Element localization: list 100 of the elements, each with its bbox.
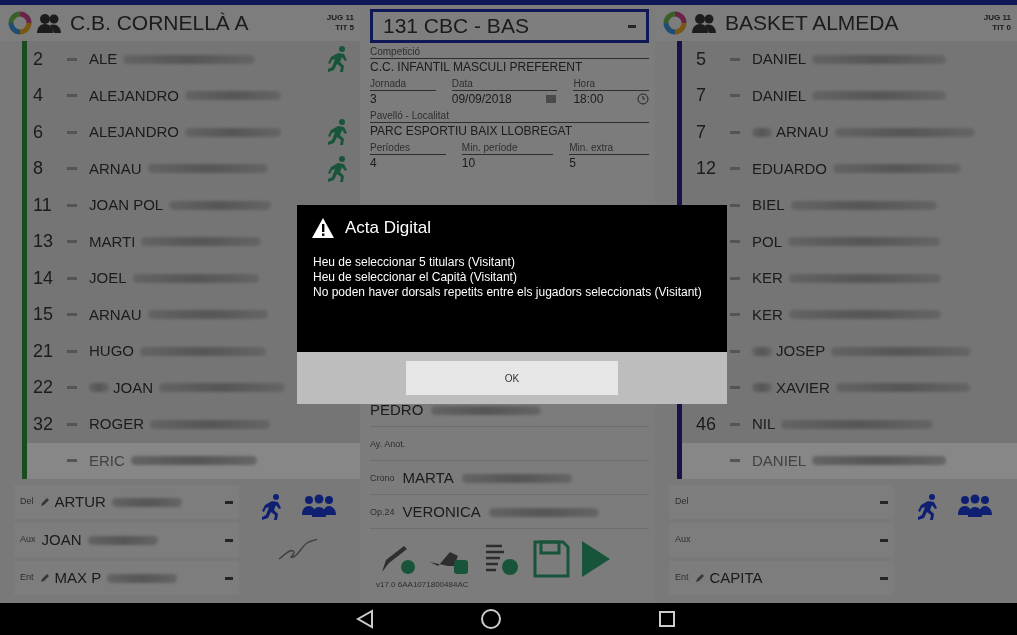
staff-dropdown[interactable]: Del [669,485,894,519]
field-value: 4 [370,155,377,171]
field-label: Jornada [370,77,436,91]
dash-icon [67,386,77,390]
back-icon[interactable] [356,609,374,629]
save-icon[interactable] [532,539,570,579]
player-name: DANIEL [752,85,807,106]
player-name: JOSEP [776,341,826,361]
field-value: 10 [461,155,476,171]
player-name: ARNAU [89,158,142,179]
player-number: 32 [32,412,55,436]
player-name: ROGER [89,414,144,434]
staff-dropdown[interactable]: Ent CAPITA [669,561,894,595]
player-number: 11 [32,193,53,217]
staff-dropdown[interactable]: Aux JOAN [14,523,239,557]
player-name: KER [752,304,783,325]
dash-icon [67,422,77,426]
player-name: XAVIER [776,377,830,398]
staff-dropdown[interactable]: Ent MAX P [14,561,239,595]
dash-icon [67,203,77,207]
team-name: C.B. CORNELLÀ A [70,10,249,37]
field-label: Min. extra [569,141,649,155]
staff-dropdown[interactable]: Del ARTUR [14,485,239,519]
group-icon [957,493,992,519]
player-name: BIEL [752,195,785,215]
play-icon[interactable] [580,539,612,579]
team-count: TIT 5 [334,23,354,33]
player-number: 21 [32,339,55,363]
people-icon [36,11,62,35]
field-value: 3 [370,91,377,107]
field-label: Min. període [461,141,554,155]
warning-icon [311,216,335,239]
player-name: JOAN POL [89,195,164,215]
field-value: C.C. INFANTIL MASCULI PREFERENT [370,59,583,75]
team-count: TIT 0 [991,23,1011,33]
field-value: PARC ESPORTIU BAIX LLOBREGAT [370,123,573,139]
dash-icon [67,349,77,353]
player-row[interactable]: 7 ARNAU [682,114,1017,151]
player-number: 14 [32,266,55,290]
player-name: NIL [752,414,776,434]
player-row[interactable]: 6 ALEJANDRO [27,114,360,151]
logo-ring-icon [8,11,32,35]
official-label: Op.24 [370,505,395,519]
dash-icon [67,276,77,280]
home-icon[interactable] [480,608,502,630]
team-name: BASKET ALMEDA [725,10,899,37]
dash-icon [730,57,740,61]
group-icon [301,493,336,519]
dash-icon [730,240,740,244]
player-name: JOEL [89,268,127,288]
recents-icon[interactable] [658,610,676,628]
dash-icon [67,57,77,61]
player-name: ALE [89,49,118,69]
official-label: Ay. Anot. [370,437,406,451]
player-row[interactable]: 4 ALEJANDRO [27,77,360,114]
dash-icon [730,422,740,426]
version-text: v17.0 6AA1071800484AC [375,579,470,591]
staff-label: Aux [675,533,691,547]
field-value: 09/09/2018 [451,91,512,107]
player-number: 13 [32,230,55,254]
player-row[interactable]: 7 DANIEL [682,77,1017,114]
field-label: Data [451,77,558,91]
player-row[interactable]: ERIC [27,442,360,479]
dash-icon [730,349,740,353]
caret-icon [880,500,888,504]
calendar-icon [545,94,558,104]
player-number: 7 [695,84,707,108]
dash-icon [67,167,77,171]
staff-label: Ent [675,571,689,585]
clock-icon [637,93,649,105]
redaction-bar [87,535,158,545]
player-row[interactable]: 12 EDUARDO [682,150,1017,187]
field-label: Períodes [370,141,446,155]
player-row[interactable]: 2 ALE [27,41,360,78]
team-count: JUG 11 [326,13,354,23]
dash-icon [67,313,77,317]
dash-icon [730,203,740,207]
caret-icon [880,576,888,580]
field-label: Competició [370,45,649,59]
player-row[interactable]: 8 ARNAU [27,150,360,187]
player-row[interactable]: BIEL [682,187,1017,224]
player-name: ALEJANDRO [89,85,180,106]
staff-dropdown[interactable]: Aux [669,523,894,557]
match-dropdown[interactable]: 131 CBC - BAS [370,9,649,43]
player-row[interactable]: 5 DANIEL [682,41,1017,78]
player-name: ARNAU [776,122,829,142]
player-row[interactable]: 46 NIL [682,406,1017,443]
player-number: 46 [695,412,718,436]
player-row[interactable]: DANIEL [682,442,1017,479]
player-row[interactable]: 32 ROGER [27,406,360,443]
staff-label: Del [675,495,689,509]
player-name: EDUARDO [752,158,827,179]
player-name: HUGO [89,341,134,361]
caret-icon [225,500,233,504]
dash-icon [67,130,77,134]
dash-icon [730,130,740,134]
dash-icon [730,276,740,280]
ok-button[interactable]: OK [406,361,618,395]
logo-ring-icon [663,11,687,35]
field-label: Hora [573,77,649,91]
